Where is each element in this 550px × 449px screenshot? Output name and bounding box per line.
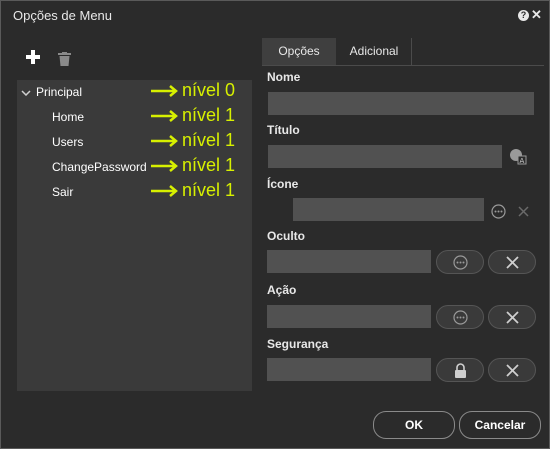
- close-icon: [506, 311, 519, 324]
- tab-underline: [262, 65, 544, 66]
- tree-item-home[interactable]: Home: [52, 110, 84, 124]
- tab-adicional[interactable]: Adicional: [337, 38, 411, 65]
- tree-item-label: ChangePassword: [52, 160, 147, 174]
- acao-input[interactable]: [267, 305, 431, 328]
- dialog-title: Opções de Menu: [13, 8, 113, 23]
- tab-opcoes[interactable]: Opções: [262, 38, 336, 65]
- more-icon: [453, 255, 468, 270]
- tree-item-label: Home: [52, 110, 85, 124]
- arrow-right-icon: [151, 110, 178, 122]
- oculto-more-button[interactable]: [436, 250, 484, 274]
- tree-item-label: Sair: [52, 185, 74, 199]
- titulo-input[interactable]: [268, 145, 502, 168]
- arrow-right-icon: [151, 135, 178, 147]
- tab-divider: [411, 38, 412, 65]
- tree-item-label: Users: [52, 135, 84, 149]
- seguranca-clear-button[interactable]: [488, 358, 536, 382]
- acao-clear-button[interactable]: [488, 305, 536, 329]
- translate-icon[interactable]: A: [509, 148, 527, 165]
- acao-label: Ação: [267, 283, 297, 297]
- arrow-right-icon: [151, 160, 178, 172]
- icone-label: Ícone: [267, 177, 299, 191]
- close-icon: [506, 256, 519, 269]
- icone-input[interactable]: [293, 198, 484, 221]
- arrow-right-icon: [151, 85, 178, 97]
- more-icon[interactable]: [491, 204, 506, 219]
- titulo-label: Título: [267, 123, 300, 137]
- arrow-right-icon: [151, 185, 178, 197]
- menu-tree[interactable]: Principal Home Users ChangePassword Sair: [17, 80, 252, 391]
- nome-label: Nome: [267, 70, 301, 84]
- oculto-clear-button[interactable]: [488, 250, 536, 274]
- svg-text:A: A: [520, 157, 525, 165]
- tree-item-sair[interactable]: Sair: [52, 185, 73, 199]
- close-icon: [506, 364, 519, 377]
- nome-input[interactable]: [268, 92, 534, 115]
- tree-item-label: Principal: [36, 85, 83, 99]
- chevron-down-icon[interactable]: [21, 90, 31, 96]
- tree-item-users[interactable]: Users: [52, 135, 83, 149]
- menu-options-dialog: Opções de Menu ? ✕ Principal Home Users …: [0, 0, 550, 449]
- question-icon[interactable]: ?: [518, 10, 529, 21]
- tree-item-changepassword[interactable]: ChangePassword: [52, 160, 147, 174]
- ok-button[interactable]: OK: [373, 411, 455, 439]
- lock-icon: [455, 363, 466, 378]
- title-bar: Opções de Menu ? ✕: [1, 1, 549, 31]
- plus-icon[interactable]: [25, 49, 41, 70]
- more-icon: [453, 310, 468, 325]
- seguranca-input[interactable]: [267, 358, 431, 381]
- oculto-label: Oculto: [267, 229, 305, 243]
- clear-icon[interactable]: [518, 206, 529, 217]
- oculto-input[interactable]: [267, 250, 431, 273]
- cancel-button[interactable]: Cancelar: [459, 411, 541, 439]
- seguranca-lock-button[interactable]: [436, 358, 484, 382]
- seguranca-label: Segurança: [267, 337, 329, 351]
- close-icon[interactable]: ✕: [531, 7, 542, 23]
- acao-more-button[interactable]: [436, 305, 484, 329]
- tree-item-principal[interactable]: Principal: [19, 84, 159, 100]
- trash-icon[interactable]: [58, 52, 71, 71]
